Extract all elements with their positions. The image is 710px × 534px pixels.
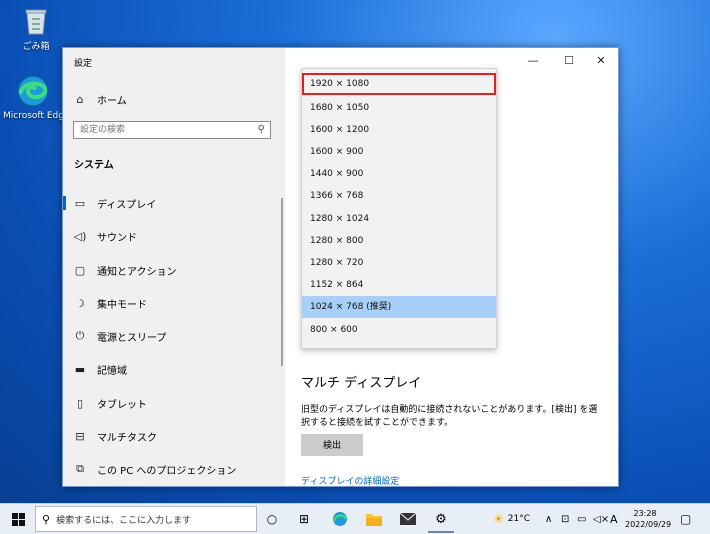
- resolution-dropdown: 1920 × 1080 1680 × 1050 1600 × 1200 1600…: [301, 68, 497, 349]
- sidebar-item-label: マルチタスク: [97, 432, 157, 444]
- edge-taskbar-icon[interactable]: [328, 504, 352, 534]
- resolution-option[interactable]: 1280 × 1024: [302, 208, 496, 230]
- resolution-option[interactable]: 1600 × 900: [302, 141, 496, 163]
- detect-button[interactable]: 検出: [301, 434, 363, 456]
- sidebar-item-power-sleep[interactable]: ⏻ 電源とスリープ: [63, 321, 283, 351]
- network-icon[interactable]: ⊡: [561, 504, 569, 534]
- notification-icon: ▢: [74, 263, 86, 277]
- taskbar-clock[interactable]: 23:28 2022/09/29: [625, 508, 672, 530]
- sidebar-item-label: 記憶域: [97, 365, 127, 377]
- section-title: システム: [74, 160, 114, 171]
- sidebar-scrollbar[interactable]: [281, 198, 283, 366]
- sidebar-item-label: この PC へのプロジェクション: [97, 465, 237, 477]
- sidebar-item-display[interactable]: ▭ ディスプレイ: [63, 188, 283, 218]
- storage-icon: ▬: [74, 362, 86, 376]
- start-button[interactable]: [6, 504, 30, 534]
- multi-display-description: 旧型のディスプレイは自動的に接続されないことがあります。[検出] を選択すると接…: [301, 405, 598, 428]
- search-icon: ⚲: [257, 124, 265, 135]
- notification-center-icon[interactable]: ▢: [680, 504, 691, 534]
- sidebar-item-notifications[interactable]: ▢ 通知とアクション: [63, 255, 283, 285]
- sidebar-item-focus-assist[interactable]: ☽ 集中モード: [63, 288, 283, 318]
- sidebar-item-tablet[interactable]: ▯ タブレット: [63, 388, 283, 418]
- multi-display-heading: マルチ ディスプレイ: [301, 376, 422, 391]
- widgets-icon[interactable]: ⊞: [292, 504, 316, 534]
- settings-search-box[interactable]: ⚲: [73, 121, 271, 139]
- resolution-option[interactable]: 1366 × 768: [302, 185, 496, 207]
- monitor-icon: ▭: [74, 196, 86, 210]
- settings-sidebar: 設定 ⌂ ホーム ⚲ システム ▭ ディスプレイ ◁) サウンド ▢ 通知とアク…: [63, 48, 285, 486]
- maximize-button[interactable]: ☐: [559, 54, 579, 68]
- display-tray-icon[interactable]: ▭: [577, 504, 586, 534]
- power-icon: ⏻: [75, 329, 85, 342]
- temperature: 21°C: [507, 514, 531, 524]
- file-explorer-icon[interactable]: [362, 504, 386, 534]
- resolution-option[interactable]: 1920 × 1080: [302, 73, 496, 95]
- multitask-icon: ⊟: [75, 429, 85, 443]
- volume-icon[interactable]: ◁×: [593, 504, 609, 534]
- folder-icon: [366, 514, 382, 526]
- tray-chevron-up-icon[interactable]: ∧: [545, 504, 552, 534]
- moon-icon: ☽: [75, 296, 85, 310]
- settings-search-input[interactable]: [74, 122, 250, 138]
- sidebar-item-multitasking[interactable]: ⊟ マルチタスク: [63, 421, 283, 451]
- window-title: 設定: [74, 59, 93, 69]
- weather-widget[interactable]: ☀ 21°C: [493, 504, 530, 534]
- desktop-icon-edge[interactable]: Microsoft Edge: [3, 74, 70, 121]
- resolution-option[interactable]: 1600 × 1200: [302, 119, 496, 141]
- weather-sun-icon: ☀: [493, 512, 504, 526]
- sidebar-item-label: サウンド: [97, 232, 137, 244]
- sidebar-item-label: ホーム: [97, 95, 127, 107]
- sidebar-item-label: 通知とアクション: [97, 266, 177, 278]
- resolution-option[interactable]: 1280 × 720: [302, 252, 496, 274]
- settings-window: 設定 ⌂ ホーム ⚲ システム ▭ ディスプレイ ◁) サウンド ▢ 通知とアク…: [62, 47, 619, 487]
- minimize-button[interactable]: —: [523, 54, 543, 68]
- windows-logo-icon: [11, 512, 25, 526]
- edge-icon: [17, 75, 49, 107]
- clock-time: 23:28: [633, 509, 657, 518]
- settings-main-pane: — ☐ ✕ 1920 × 1080 1680 × 1050 1600 × 120…: [285, 48, 618, 486]
- desktop-icon-recycle-bin[interactable]: ごみ箱: [6, 6, 66, 52]
- ime-indicator[interactable]: A: [610, 504, 618, 534]
- edge-icon: [332, 512, 348, 526]
- resolution-option[interactable]: 800 × 600: [302, 319, 496, 341]
- sidebar-item-label: 電源とスリープ: [97, 332, 167, 344]
- resolution-option-selected[interactable]: 1024 × 768 (推奨): [302, 296, 496, 318]
- projection-icon: ⧉: [76, 462, 84, 475]
- clock-date: 2022/09/29: [625, 520, 672, 529]
- speaker-icon: ◁): [73, 229, 87, 243]
- recycle-bin-icon: [25, 9, 47, 35]
- advanced-display-settings-link[interactable]: ディスプレイの詳細設定: [301, 474, 399, 486]
- search-icon: ⚲: [42, 512, 51, 526]
- sidebar-item-label: ディスプレイ: [97, 199, 157, 211]
- sidebar-item-label: 集中モード: [97, 299, 147, 311]
- sidebar-item-sound[interactable]: ◁) サウンド: [63, 221, 283, 251]
- envelope-icon: [400, 513, 416, 525]
- close-button[interactable]: ✕: [591, 54, 611, 68]
- tablet-icon: ▯: [76, 396, 84, 410]
- resolution-option[interactable]: 1680 × 1050: [302, 97, 496, 119]
- mail-icon[interactable]: [396, 504, 420, 534]
- task-view-icon[interactable]: ○: [262, 504, 282, 534]
- taskbar-search-placeholder: 検索するには、ここに入力します: [56, 515, 192, 526]
- sidebar-item-projection[interactable]: ⧉ この PC へのプロジェクション: [63, 454, 283, 484]
- sidebar-item-label: タブレット: [97, 399, 147, 411]
- resolution-option[interactable]: 1280 × 800: [302, 230, 496, 252]
- resolution-option[interactable]: 1440 × 900: [302, 163, 496, 185]
- sidebar-item-home[interactable]: ⌂ ホーム: [63, 84, 283, 114]
- desktop-icon-label: ごみ箱: [22, 42, 50, 52]
- taskbar-search-box[interactable]: ⚲ 検索するには、ここに入力します: [35, 506, 257, 532]
- desktop-icon-label: Microsoft Edge: [3, 111, 70, 121]
- sidebar-item-storage[interactable]: ▬ 記憶域: [63, 354, 283, 384]
- resolution-option[interactable]: 1152 × 864: [302, 274, 496, 296]
- home-icon: ⌂: [76, 92, 84, 106]
- settings-gear-icon[interactable]: ⚙: [429, 504, 453, 534]
- taskbar: ⚲ 検索するには、ここに入力します ○ ⊞ ⚙ ☀ 21°C ∧ ⊡ ▭ ◁× …: [0, 503, 710, 534]
